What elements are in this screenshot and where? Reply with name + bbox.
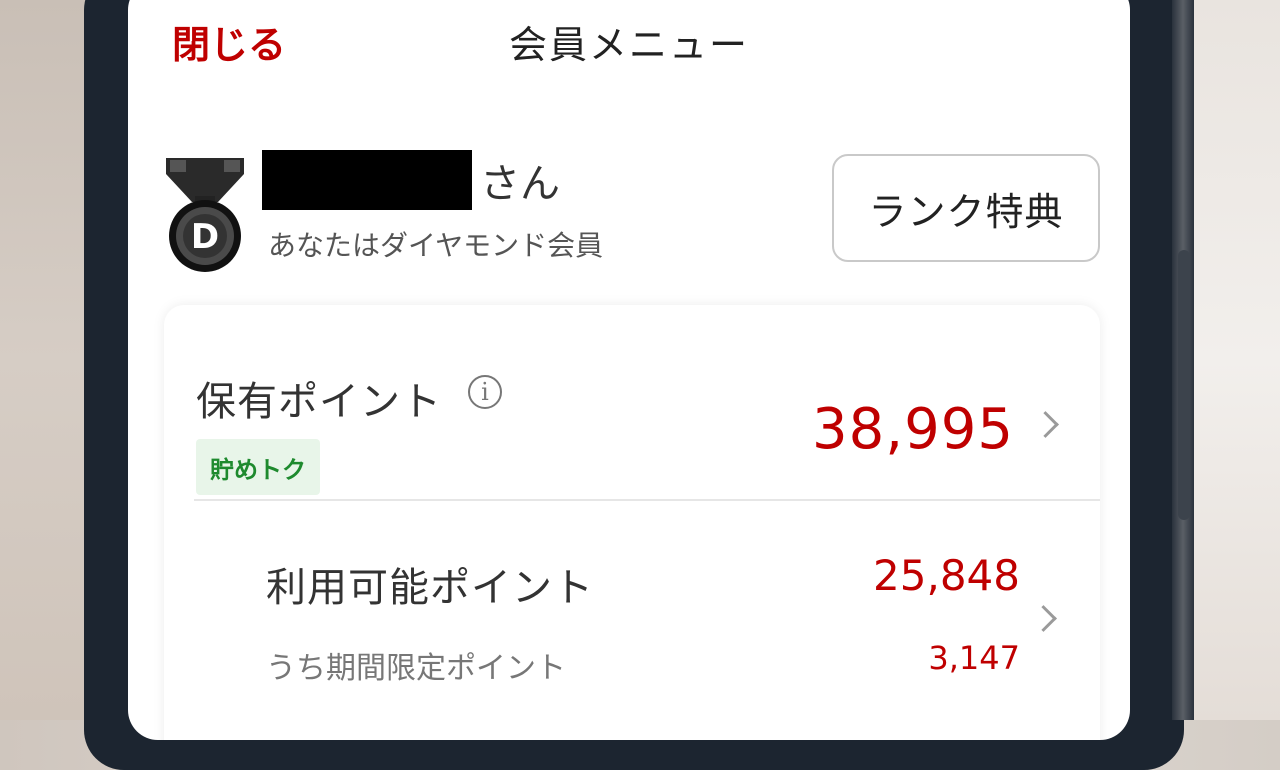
limited-points-value: 3,147 <box>928 639 1020 677</box>
held-points-label: 保有ポイント <box>196 379 442 425</box>
background-right <box>1180 0 1280 720</box>
info-icon[interactable]: i <box>468 375 502 409</box>
medal-letter: D <box>191 217 219 257</box>
held-points-value: 38,995 <box>812 397 1014 462</box>
phone-side-button <box>1178 250 1190 520</box>
close-button[interactable]: 閉じる <box>172 14 286 69</box>
member-name: さん <box>262 150 702 210</box>
limited-points-label: うち期間限定ポイント <box>266 651 566 686</box>
name-suffix: さん <box>480 161 560 207</box>
available-points-value: 25,848 <box>873 551 1020 600</box>
top-bar: 会員メニュー 閉じる <box>128 0 1130 80</box>
chevron-right-icon <box>1032 411 1059 438</box>
member-rank-text: あなたはダイヤモンド会員 <box>268 229 604 262</box>
points-card: 保有ポイント i 貯めトク 38,995 利用可能ポイント 25,848 うち期… <box>164 305 1100 740</box>
tame-toku-badge: 貯めトク <box>196 439 320 495</box>
app-screen: 会員メニュー 閉じる D さん あなたはダイヤモンド会員 ランク特典 保有ポイン… <box>128 0 1130 740</box>
diamond-rank-medal-icon: D <box>166 158 244 272</box>
rank-benefits-button[interactable]: ランク特典 <box>832 154 1100 262</box>
background-left <box>0 0 90 720</box>
redacted-name <box>262 150 472 210</box>
divider <box>194 499 1100 501</box>
available-points-label: 利用可能ポイント <box>266 565 594 611</box>
chevron-right-icon <box>1030 605 1057 632</box>
